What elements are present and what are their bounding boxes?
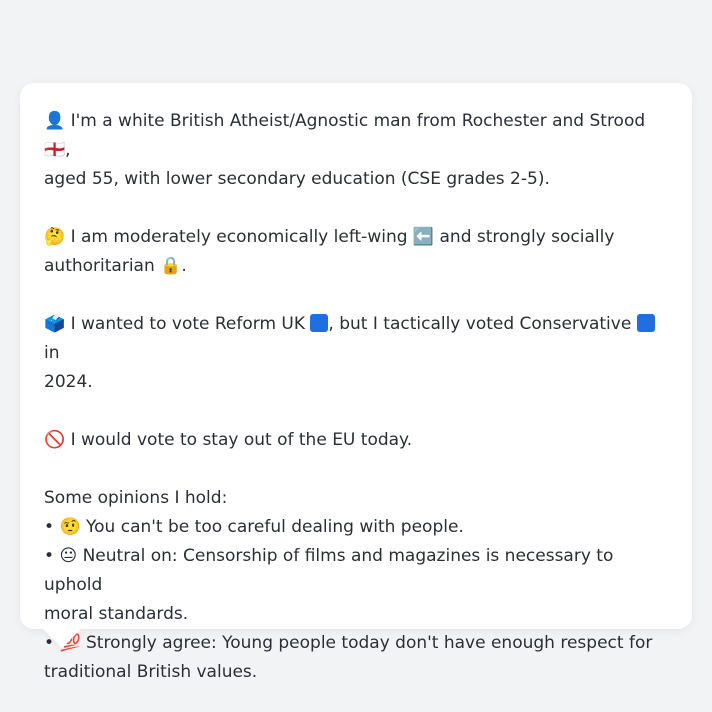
vote-paragraph: 🗳️ I wanted to vote Reform UK , but I ta… [44,310,668,397]
blue-square-icon [310,314,329,332]
politics-line2: authoritarian [44,256,155,276]
thinking-face-icon: 🤔 [44,227,66,247]
opinions-heading: Some opinions I hold: [44,488,228,508]
bubble-tail [42,628,82,648]
bullet: • [44,517,55,537]
opinion-3-line2: traditional British values. [44,662,258,682]
prohibited-icon: 🚫 [44,430,66,450]
neutral-face-icon: 😐 [59,546,78,566]
left-arrow-icon: ⬅️ [412,227,435,247]
raised-eyebrow-icon: 🤨 [59,517,81,537]
lock-icon: 🔒 [160,256,182,276]
ballot-box-icon: 🗳️ [44,314,66,334]
intro-line2: aged 55, with lower secondary education … [44,169,550,189]
politics-text-middle: and strongly socially [439,227,615,247]
opinion-2-text: Neutral on: Censorship of films and maga… [44,546,614,595]
politics-text: I am moderately economically left-wing [70,227,408,247]
politics-paragraph: 🤔 I am moderately economically left-wing… [44,223,668,281]
vote-line2: 2024. [44,372,93,392]
eu-paragraph: 🚫 I would vote to stay out of the EU tod… [44,426,668,455]
intro-paragraph: 👤 I'm a white British Atheist/Agnostic m… [44,107,668,194]
person-icon: 👤 [44,111,66,131]
message-bubble: 👤 I'm a white British Atheist/Agnostic m… [20,83,692,682]
politics-period: . [181,256,187,276]
vote-text-b: , but I tactically voted Conservative [328,314,632,334]
vote-text-c: in [44,343,60,363]
opinion-2-line2: moral standards. [44,604,189,624]
england-flag-icon: 🏴󠁧󠁢󠁥󠁮󠁧󠁿 [44,140,66,160]
intro-text: I'm a white British Atheist/Agnostic man… [70,111,646,131]
opinion-3-text: Strongly agree: Young people today don't… [86,633,653,653]
vote-text-a: I wanted to vote Reform UK [70,314,306,334]
bullet: • [44,546,55,566]
blue-square-icon [636,314,655,332]
opinion-1-text: You can't be too careful dealing with pe… [86,517,464,537]
intro-comma: , [65,140,71,160]
opinions-section: Some opinions I hold: • 🤨 You can't be t… [44,484,668,687]
eu-text: I would vote to stay out of the EU today… [70,430,413,450]
